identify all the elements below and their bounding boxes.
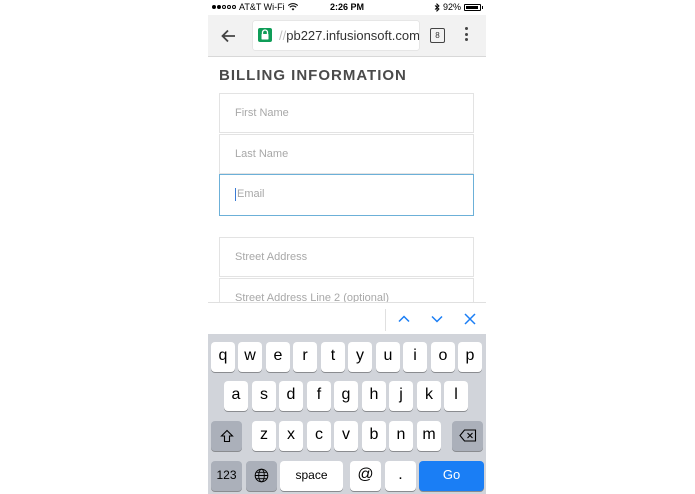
key-e[interactable]: e xyxy=(266,342,290,372)
street-address-field[interactable]: Street Address xyxy=(219,237,474,277)
text-cursor xyxy=(235,188,236,201)
key-m[interactable]: m xyxy=(417,421,441,451)
key-j[interactable]: j xyxy=(389,381,413,411)
overflow-menu-icon[interactable] xyxy=(465,27,469,43)
period-key[interactable]: . xyxy=(385,461,416,491)
key-r[interactable]: r xyxy=(293,342,317,372)
email-field[interactable]: Email xyxy=(219,174,474,216)
key-y[interactable]: y xyxy=(348,342,372,372)
browser-toolbar: //pb227.infusionsoft.com 8 xyxy=(208,15,486,57)
delete-key[interactable] xyxy=(452,421,483,451)
at-key[interactable]: @ xyxy=(350,461,381,491)
key-o[interactable]: o xyxy=(431,342,455,372)
last-name-placeholder: Last Name xyxy=(235,148,289,160)
key-x[interactable]: x xyxy=(279,421,303,451)
page-title: BILLING INFORMATION xyxy=(219,67,407,84)
key-s[interactable]: s xyxy=(252,381,276,411)
key-p[interactable]: p xyxy=(458,342,482,372)
key-h[interactable]: h xyxy=(362,381,386,411)
email-placeholder: Email xyxy=(237,188,265,200)
lock-icon xyxy=(258,28,272,42)
space-key[interactable]: space xyxy=(280,461,343,491)
key-f[interactable]: f xyxy=(307,381,331,411)
url-text: //pb227.infusionsoft.com xyxy=(279,28,419,43)
first-name-placeholder: First Name xyxy=(235,107,289,119)
status-bar: AT&T Wi-Fi 2:26 PM 92% xyxy=(208,0,486,15)
next-field-icon[interactable] xyxy=(429,311,445,327)
on-screen-keyboard: q w e r t y u i o p a s d f g h j k l z … xyxy=(208,334,486,494)
last-name-field[interactable]: Last Name xyxy=(219,134,474,174)
battery-icon xyxy=(464,3,483,11)
globe-icon xyxy=(254,468,269,483)
page-content: BILLING INFORMATION First Name Last Name… xyxy=(208,57,486,302)
street-address-2-placeholder: Street Address Line 2 (optional) xyxy=(235,292,390,302)
key-b[interactable]: b xyxy=(362,421,386,451)
tabs-button[interactable]: 8 xyxy=(430,28,445,43)
shift-key[interactable] xyxy=(211,421,242,451)
key-t[interactable]: t xyxy=(321,342,345,372)
battery-group: 92% xyxy=(434,2,483,12)
street-address-placeholder: Street Address xyxy=(235,251,308,263)
key-i[interactable]: i xyxy=(403,342,427,372)
bluetooth-icon xyxy=(434,2,440,12)
key-g[interactable]: g xyxy=(334,381,358,411)
numbers-key[interactable]: 123 xyxy=(211,461,242,491)
key-d[interactable]: d xyxy=(279,381,303,411)
key-k[interactable]: k xyxy=(417,381,441,411)
key-z[interactable]: z xyxy=(252,421,276,451)
back-arrow-icon[interactable] xyxy=(218,25,240,47)
separator xyxy=(385,309,386,331)
url-host: pb227.infusionsoft.com xyxy=(286,28,419,43)
key-l[interactable]: l xyxy=(444,381,468,411)
first-name-field[interactable]: First Name xyxy=(219,93,474,133)
key-w[interactable]: w xyxy=(238,342,262,372)
key-v[interactable]: v xyxy=(334,421,358,451)
street-address-2-field[interactable]: Street Address Line 2 (optional) xyxy=(219,278,474,302)
key-a[interactable]: a xyxy=(224,381,248,411)
previous-field-icon[interactable] xyxy=(396,311,412,327)
address-bar[interactable]: //pb227.infusionsoft.com xyxy=(253,21,419,50)
key-n[interactable]: n xyxy=(389,421,413,451)
key-q[interactable]: q xyxy=(211,342,235,372)
shift-icon xyxy=(219,429,234,443)
globe-key[interactable] xyxy=(246,461,277,491)
form-navigation-bar xyxy=(208,302,486,335)
key-u[interactable]: u xyxy=(376,342,400,372)
backspace-icon xyxy=(458,429,476,442)
key-c[interactable]: c xyxy=(307,421,331,451)
close-icon[interactable] xyxy=(462,311,478,327)
phone-screen: AT&T Wi-Fi 2:26 PM 92% //pb227.infusions… xyxy=(208,0,486,494)
go-button[interactable]: Go xyxy=(419,461,484,491)
battery-percent: 92% xyxy=(442,2,461,12)
